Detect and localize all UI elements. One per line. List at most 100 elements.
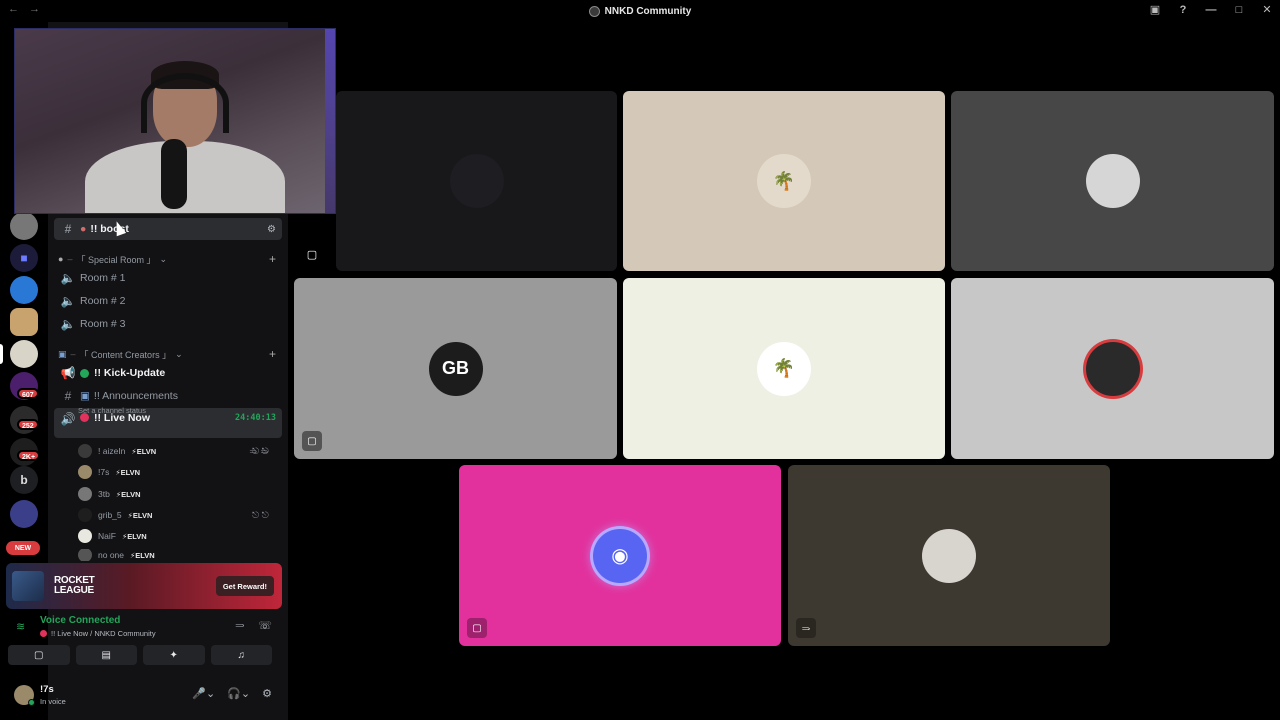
tile-emblem-beige[interactable]: 🌴 [623,91,945,271]
voice-member[interactable]: !7s ⚡ELVN [78,463,140,481]
forward-arrow-icon[interactable]: → [29,3,40,15]
channel-status[interactable]: Set a channel status [78,406,146,415]
server-icon-4[interactable] [10,308,38,336]
inbox-icon[interactable]: ▣ [1148,3,1162,16]
close-icon[interactable]: ✕ [1260,3,1274,16]
avatar [78,508,92,522]
member-muted-icons: ⎋ ⎋ [252,510,269,520]
tile-gb[interactable]: GB ▢ [294,278,617,459]
camera-off-button[interactable]: ▢ [8,645,70,665]
voice-room-1[interactable]: 🔈 Room # 1 [54,267,282,289]
avatar [78,444,92,458]
maximize-icon[interactable]: □ [1232,4,1246,16]
mic-muted-icon: ⥰ [796,618,816,638]
discord-logo-icon: ◉ [593,528,647,583]
voice-member[interactable]: no one ⚡ELVN [78,549,155,561]
camera-off-icon: ▢ [467,618,487,638]
server-icon-1[interactable] [10,212,38,240]
voice-location[interactable]: !! Live Now / NNKD Community [51,629,156,638]
add-channel-icon[interactable]: + [269,252,276,266]
category-special-room[interactable]: ● – 「 Special Room 」 ⌄ + [58,251,282,267]
participant-avatar [449,154,504,208]
tile-man-grey[interactable] [951,91,1274,271]
microphone-icon[interactable]: 🎤⌄ [192,687,215,700]
voice-member[interactable]: grib_5 ⚡ELVN [78,506,152,524]
avatar [78,529,92,543]
noise-suppression-icon[interactable]: ⥰ [235,619,244,632]
voice-member[interactable]: 3tb ⚡ELVN [78,485,141,503]
tile-discord[interactable]: ◉ ▢ [459,465,781,646]
camera-off-icon: ▢ [302,431,322,451]
title-bar: ← → NNKD Community ▣ ? — □ ✕ [0,0,1280,22]
tile-emblem-cream[interactable]: 🌴 [623,278,945,459]
get-reward-button[interactable]: Get Reward! [215,576,274,596]
disconnect-icon[interactable]: ☏ [258,619,272,632]
server-icon-9[interactable] [10,500,38,528]
voice-member[interactable]: NaiF ⚡ELVN [78,527,147,545]
channel-boost[interactable]: # ● !! boost ⚙ [54,218,282,240]
avatar [78,465,92,479]
voice-member[interactable]: ! aizeIn ⚡ELVN [78,442,156,460]
channel-announcements[interactable]: # ▣ !! Announcements [54,385,282,407]
member-muted-icons: ⎋ ⎋ [252,446,269,456]
signal-icon[interactable]: ≋ [16,620,30,634]
user-status: In voice [40,697,66,706]
participant-avatar: 🌴 [757,154,811,208]
server-logo-icon [588,5,600,17]
nav-arrows: ← → [8,3,40,15]
participant-avatar: 🌴 [757,341,811,396]
camera-off-icon: ▢ [306,248,318,261]
speaker-icon: 🔈 [60,294,76,308]
window-title: NNKD Community [604,5,692,17]
chevron-down-icon: ⌄ [175,348,183,359]
participant-avatar: GB [428,341,483,396]
voice-room-3[interactable]: 🔈 Room # 3 [54,313,282,335]
category-icon: ● [58,254,64,264]
help-icon[interactable]: ? [1176,4,1190,16]
soundboard-button[interactable]: ♫ [210,645,272,665]
promo-title: ROCKET LEAGUE [54,575,95,596]
voice-room-2[interactable]: 🔈 Room # 2 [54,290,282,312]
speaker-icon: 🔊 [60,412,76,426]
kick-dot-icon [80,368,89,378]
participant-avatar [1085,341,1140,396]
category-icon: ▣ [58,348,67,359]
gear-icon[interactable]: ⚙ [262,687,272,700]
webcam-overlay [14,28,336,214]
megaphone-icon: 📢 [60,366,76,380]
user-panel: !7s In voice 🎤⌄ 🎧⌄ ⚙ [6,678,282,712]
announce-icon: ▣ [80,390,90,402]
chevron-down-icon: ⌄ [159,253,168,264]
back-arrow-icon[interactable]: ← [8,3,19,15]
server-icon-2[interactable]: ■ [10,244,38,272]
channel-settings-icon[interactable]: ⚙ [267,224,276,235]
unread-badge-3: 2K+ [17,450,41,461]
voice-connected-label[interactable]: Voice Connected [40,615,120,626]
voice-action-buttons: ▢ ▤ ✦ ♫ [8,645,272,665]
server-icon-3[interactable] [10,276,38,304]
new-badge[interactable]: NEW [6,541,40,555]
tile-portrait[interactable]: ⥰ [788,465,1110,646]
tile-anime[interactable]: ▢ [336,91,617,271]
screen-share-button[interactable]: ▤ [75,645,137,665]
hash-icon: # [64,222,72,236]
activities-button[interactable]: ✦ [143,645,205,665]
category-content-creators[interactable]: ▣ – 「 Content Creators 」 ⌄ + [58,346,282,362]
server-icon-5[interactable] [10,340,38,368]
promo-art [12,571,44,601]
add-channel-icon[interactable]: + [269,347,276,361]
user-name[interactable]: !7s [40,684,54,695]
rocket-league-promo[interactable]: ROCKET LEAGUE Get Reward! [6,563,282,609]
tile-sketch[interactable] [951,278,1274,459]
channel-kick-update[interactable]: 📢 !! Kick-Update [54,362,282,384]
unread-badge-1: 607 [17,388,39,399]
webcam-headset [141,73,229,133]
minimize-icon[interactable]: — [1204,4,1218,16]
boost-icon: ● [80,223,87,235]
webcam-frame-accent [325,29,335,213]
server-icon-b[interactable]: b [10,466,38,494]
avatar [78,487,92,501]
webcam-mic [161,139,187,209]
speaker-icon: 🔈 [60,271,76,285]
headphones-icon[interactable]: 🎧⌄ [227,687,250,700]
